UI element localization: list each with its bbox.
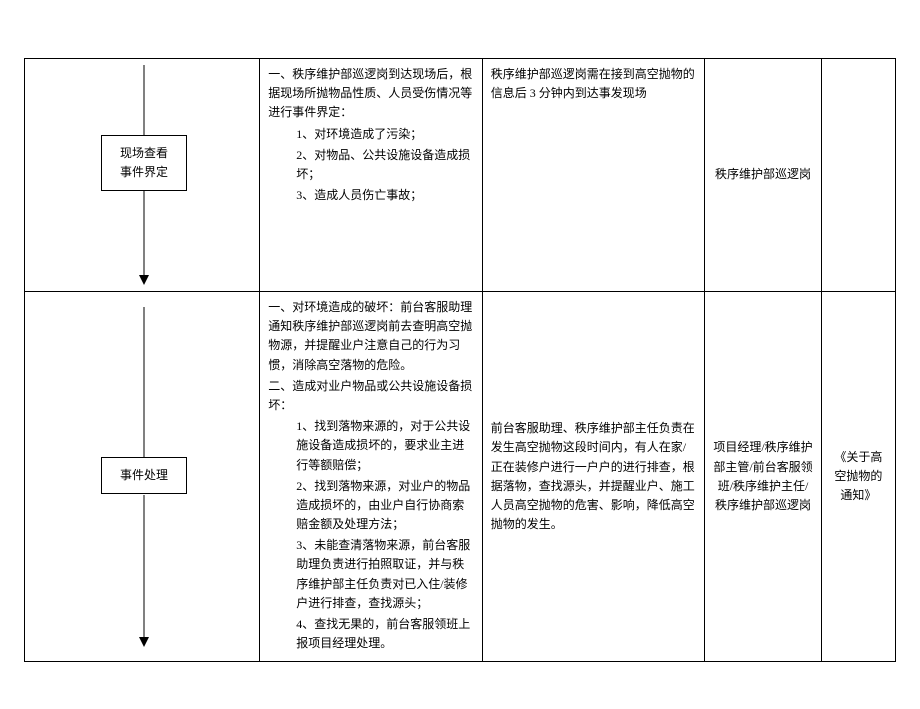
desc1-intro: 一、秩序维护部巡逻岗到达现场后，根据现场所抛物品性质、人员受伤情况等进行事件界定… [268, 65, 474, 123]
desc1-item1: 1、对环境造成了污染； [268, 125, 474, 144]
document-page: 现场查看 事件界定 一、秩序维护部巡逻岗到达现场后，根据现场所抛物品性质、人员受… [0, 58, 920, 709]
table-row: 事件处理 一、对环境造成的破坏：前台客服助理通知秩序维护部巡逻岗前去查明高空抛物… [25, 292, 896, 662]
resp-cell-1: 秩序维护部巡逻岗 [705, 59, 822, 292]
flow-box2-label: 事件处理 [120, 468, 168, 482]
desc2-b2: 2、找到落物来源，对业户的物品造成损坏的，由业户自行协商索赔金额及处理方法； [268, 477, 474, 535]
note2-text: 《关于高空抛物的通知》 [834, 450, 882, 502]
flow-wrap-1: 现场查看 事件界定 [33, 65, 255, 285]
desc2-b4: 4、查找无果的，前台客服领班上报项目经理处理。 [268, 615, 474, 653]
desc2-b3: 3、未能查清落物来源，前台客服助理负责进行拍照取证，并与秩序维护部主任负责对已入… [268, 536, 474, 613]
desc2-a: 一、对环境造成的破坏：前台客服助理通知秩序维护部巡逻岗前去查明高空抛物源，并提醒… [268, 298, 474, 375]
req2-text: 前台客服助理、秩序维护部主任负责在发生高空抛物这段时间内，有人在家/正在装修户进… [491, 421, 695, 531]
note-cell-2: 《关于高空抛物的通知》 [821, 292, 895, 662]
desc2-b: 二、造成对业户物品或公共设施设备损坏： [268, 377, 474, 415]
flow-box-handle: 事件处理 [101, 457, 187, 494]
req1-text: 秩序维护部巡逻岗需在接到高空抛物的信息后 3 分钟内到达事发现场 [491, 67, 695, 100]
flow-box-line1: 现场查看 [120, 144, 168, 163]
resp2-text: 项目经理/秩序维护部主管/前台客服领班/秩序维护主任/秩序维护部巡逻岗 [713, 440, 812, 512]
desc1-item3: 3、造成人员伤亡事故； [268, 186, 474, 205]
req-cell-2: 前台客服助理、秩序维护部主任负责在发生高空抛物这段时间内，有人在家/正在装修户进… [482, 292, 705, 662]
desc-cell-1: 一、秩序维护部巡逻岗到达现场后，根据现场所抛物品性质、人员受伤情况等进行事件界定… [260, 59, 483, 292]
flow-box-line2: 事件界定 [120, 163, 168, 182]
note-cell-1 [821, 59, 895, 292]
desc-cell-2: 一、对环境造成的破坏：前台客服助理通知秩序维护部巡逻岗前去查明高空抛物源，并提醒… [260, 292, 483, 662]
flow-cell-2: 事件处理 [25, 292, 260, 662]
resp1-text: 秩序维护部巡逻岗 [715, 167, 811, 181]
flow-wrap-2: 事件处理 [33, 307, 255, 647]
process-table: 现场查看 事件界定 一、秩序维护部巡逻岗到达现场后，根据现场所抛物品性质、人员受… [24, 58, 896, 662]
desc2-b1: 1、找到落物来源的，对于公共设施设备造成损坏的，要求业主进行等额赔偿； [268, 417, 474, 475]
desc1-item2: 2、对物品、公共设施设备造成损坏； [268, 146, 474, 184]
flow-cell-1: 现场查看 事件界定 [25, 59, 260, 292]
resp-cell-2: 项目经理/秩序维护部主管/前台客服领班/秩序维护主任/秩序维护部巡逻岗 [705, 292, 822, 662]
flow-box-inspect: 现场查看 事件界定 [101, 135, 187, 191]
req-cell-1: 秩序维护部巡逻岗需在接到高空抛物的信息后 3 分钟内到达事发现场 [482, 59, 705, 292]
table-row: 现场查看 事件界定 一、秩序维护部巡逻岗到达现场后，根据现场所抛物品性质、人员受… [25, 59, 896, 292]
